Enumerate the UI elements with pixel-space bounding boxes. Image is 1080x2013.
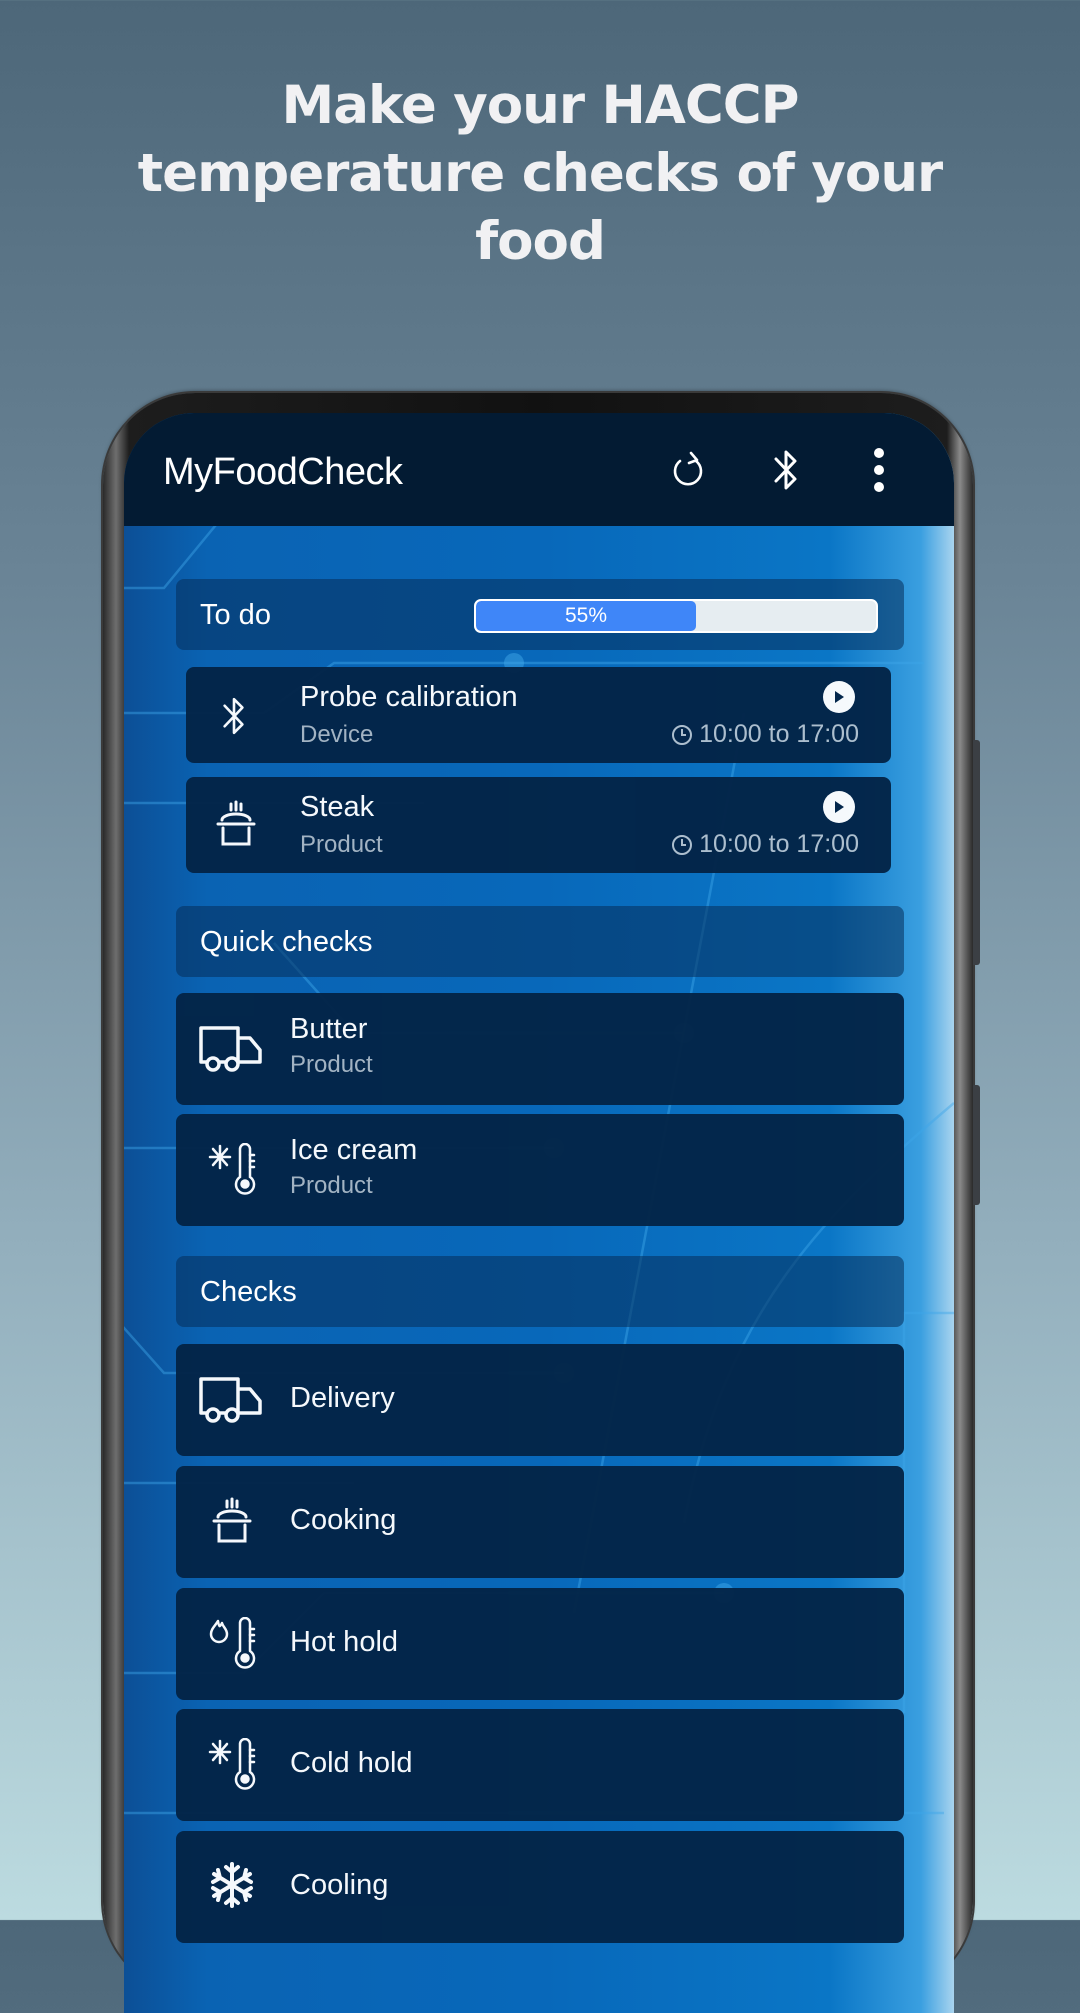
check-delivery[interactable]: Delivery bbox=[176, 1344, 904, 1456]
quick-check-subtitle: Product bbox=[290, 1051, 373, 1078]
snowflake-icon bbox=[211, 1862, 253, 1908]
cold-thermometer-icon bbox=[208, 1738, 256, 1790]
todo-progress-bar: 55% bbox=[474, 599, 878, 633]
quick-check-ice-cream[interactable]: Ice cream Product bbox=[176, 1114, 904, 1226]
check-title: Cooling bbox=[290, 1869, 389, 1901]
more-vert-icon bbox=[874, 448, 884, 492]
headline-line-1: Make your HACCP bbox=[281, 75, 799, 136]
check-title: Delivery bbox=[290, 1382, 395, 1414]
check-title: Cold hold bbox=[290, 1747, 413, 1779]
refresh-button[interactable] bbox=[666, 445, 710, 495]
app-title: MyFoodCheck bbox=[163, 451, 403, 493]
app-bar: MyFoodCheck bbox=[124, 413, 954, 526]
quick-check-title: Ice cream bbox=[290, 1134, 418, 1166]
headline-line-3: food bbox=[475, 211, 606, 272]
progress-label: 55% bbox=[564, 604, 608, 627]
bluetooth-button[interactable] bbox=[764, 445, 808, 495]
todo-section-header: To do 55% bbox=[176, 579, 904, 650]
time-window: 10:00 to 17:00 bbox=[699, 830, 859, 858]
quick-check-subtitle: Product bbox=[290, 1172, 373, 1199]
clock-icon bbox=[672, 724, 693, 745]
play-icon bbox=[835, 801, 844, 813]
check-title: Hot hold bbox=[290, 1626, 399, 1658]
todo-item-title: Probe calibration bbox=[300, 681, 518, 713]
quick-checks-label: Quick checks bbox=[200, 926, 373, 958]
refresh-icon bbox=[673, 451, 703, 486]
phone-volume-button bbox=[973, 740, 980, 965]
bluetooth-icon bbox=[223, 697, 244, 735]
headline-line-2: temperature checks of your bbox=[137, 143, 943, 204]
delivery-truck-icon bbox=[199, 1377, 262, 1423]
more-options-button[interactable] bbox=[857, 445, 901, 495]
cold-thermometer-icon bbox=[208, 1143, 256, 1195]
promo-headline: Make your HACCP temperature checks of yo… bbox=[0, 72, 1080, 276]
todo-item-probe-calibration[interactable]: Probe calibration Device 10:00 to 17:00 bbox=[186, 667, 891, 763]
todo-item-title: Steak bbox=[300, 791, 375, 823]
check-hot-hold[interactable]: Hot hold bbox=[176, 1588, 904, 1700]
todo-item-steak[interactable]: Steak Product 10:00 to 17:00 bbox=[186, 777, 891, 873]
quick-checks-section-header: Quick checks bbox=[176, 906, 904, 977]
check-cold-hold[interactable]: Cold hold bbox=[176, 1709, 904, 1821]
todo-label: To do bbox=[200, 599, 271, 631]
todo-item-time: 10:00 to 17:00 bbox=[671, 720, 859, 749]
start-check-button[interactable] bbox=[823, 791, 855, 823]
quick-check-title: Butter bbox=[290, 1013, 368, 1045]
start-check-button[interactable] bbox=[823, 681, 855, 713]
hot-thermometer-icon bbox=[209, 1617, 256, 1669]
check-cooking[interactable]: Cooking bbox=[176, 1466, 904, 1578]
time-window: 10:00 to 17:00 bbox=[699, 720, 859, 748]
delivery-truck-icon bbox=[199, 1026, 262, 1072]
todo-item-subtitle: Device bbox=[300, 721, 374, 748]
checks-label: Checks bbox=[200, 1276, 297, 1308]
check-title: Cooking bbox=[290, 1504, 397, 1536]
todo-item-time: 10:00 to 17:00 bbox=[671, 830, 859, 859]
cooking-pot-icon bbox=[212, 1497, 252, 1543]
quick-check-butter[interactable]: Butter Product bbox=[176, 993, 904, 1105]
phone-power-button bbox=[973, 1085, 980, 1205]
play-icon bbox=[835, 691, 844, 703]
check-cooling[interactable]: Cooling bbox=[176, 1831, 904, 1943]
bluetooth-icon bbox=[774, 450, 797, 490]
todo-item-subtitle: Product bbox=[300, 831, 383, 858]
cooking-pot-icon bbox=[216, 800, 256, 846]
checks-section-header: Checks bbox=[176, 1256, 904, 1327]
clock-icon bbox=[672, 834, 693, 855]
phone-screen: MyFoodCheck To do 55% Probe calibration … bbox=[124, 413, 954, 2013]
